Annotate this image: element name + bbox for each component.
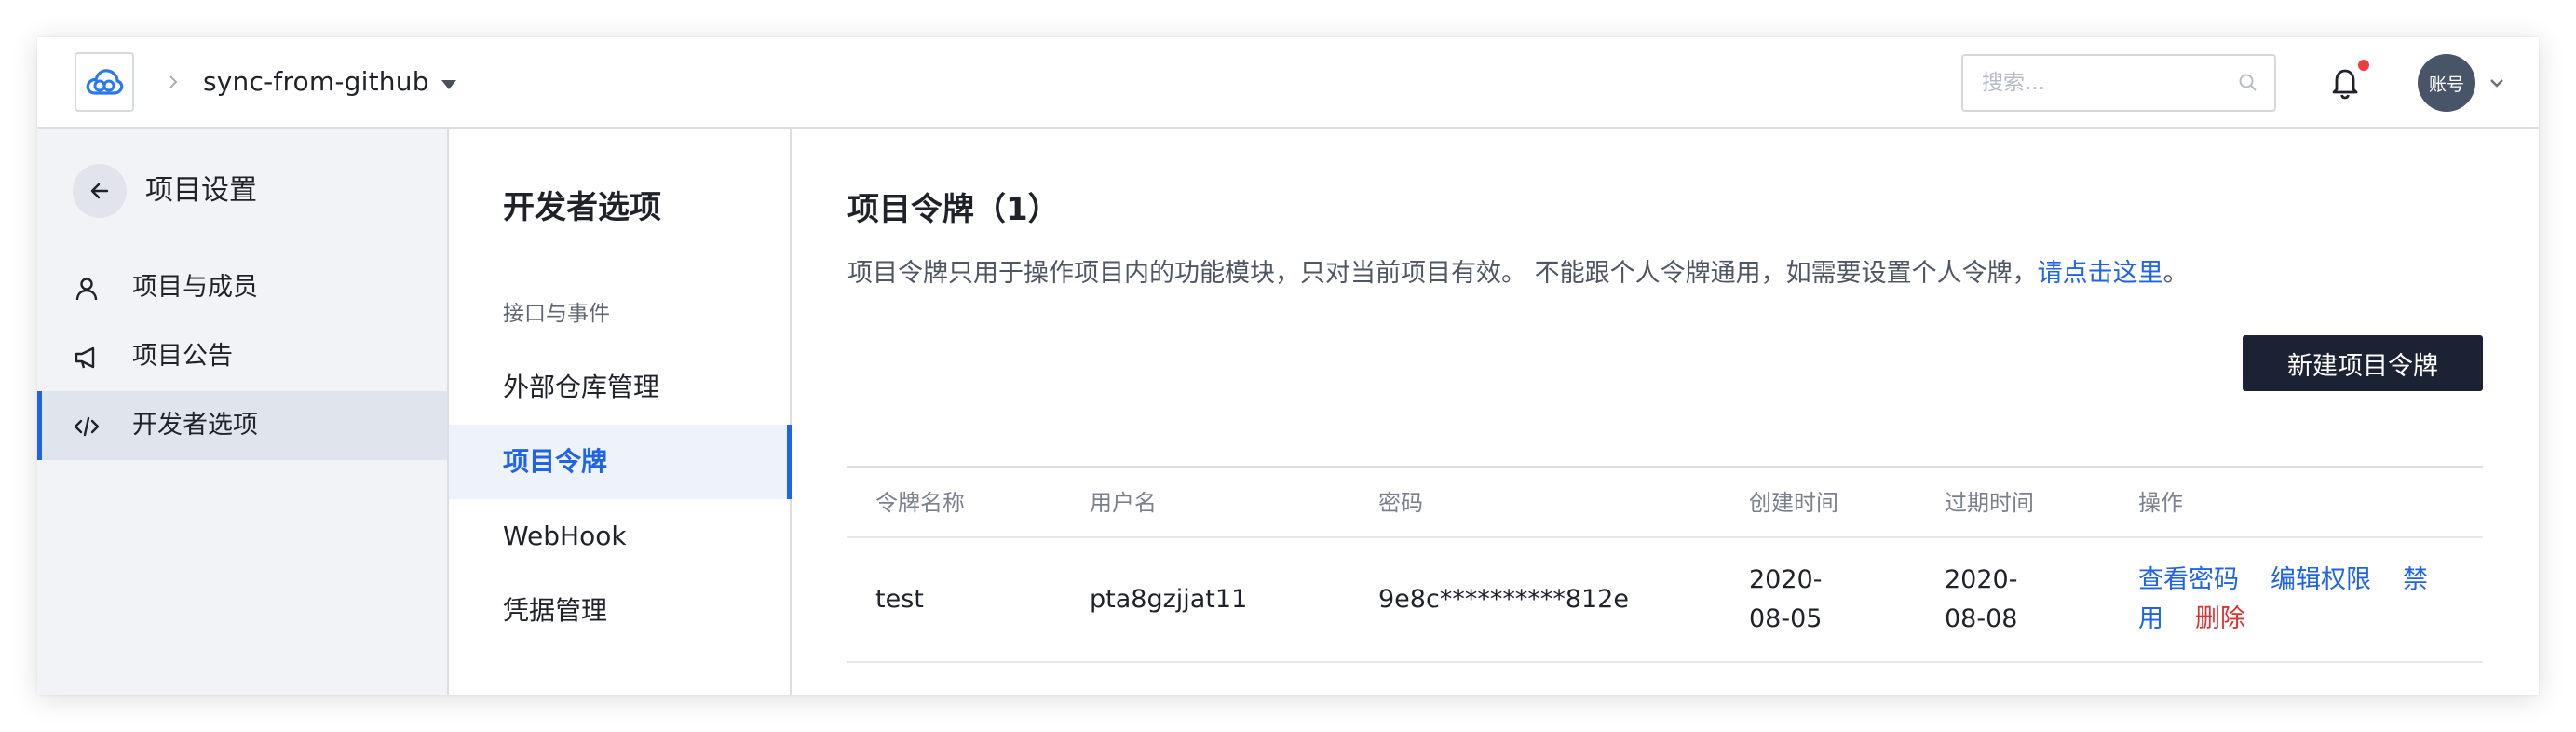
submenu-item-webhook[interactable]: WebHook — [449, 499, 790, 574]
notification-dot — [2356, 58, 2371, 73]
sidebar-item-label: 项目与成员 — [132, 273, 258, 302]
column-header: 操作 — [2138, 490, 2183, 516]
submenu-item-project-token[interactable]: 项目令牌 — [449, 425, 792, 499]
edit-permission-link[interactable]: 编辑权限 — [2271, 565, 2371, 594]
submenu-item-credentials[interactable]: 凭据管理 — [449, 574, 790, 648]
delete-link[interactable]: 删除 — [2195, 604, 2245, 633]
row-actions: 查看密码 编辑权限 禁用 删除 — [2138, 561, 2474, 639]
column-header: 密码 — [1378, 490, 1423, 516]
submenu-item-external-repo[interactable]: 外部仓库管理 — [449, 350, 790, 425]
megaphone-icon — [73, 344, 101, 372]
code-icon — [73, 413, 101, 441]
table-header: 令牌名称 用户名 密码 创建时间 过期时间 操作 — [847, 466, 2483, 538]
token-password: 9e8c**********812e — [1378, 585, 1629, 614]
search-icon[interactable] — [2237, 72, 2259, 94]
submenu-title: 开发者选项 — [503, 189, 661, 226]
main-content: 项目令牌（1） 项目令牌只用于操作项目内的功能模块，只对当前项目有效。 不能跟个… — [792, 129, 2539, 695]
arrow-left-icon — [90, 183, 109, 199]
view-password-link[interactable]: 查看密码 — [2138, 565, 2239, 594]
token-username: pta8gzjjat11 — [1090, 585, 1248, 614]
developer-submenu: 开发者选项 接口与事件 外部仓库管理 项目令牌 WebHook 凭据管理 — [449, 129, 792, 695]
sidebar-item-developer[interactable]: 开发者选项 — [37, 391, 447, 460]
sidebar-title: 项目设置 — [145, 174, 257, 207]
avatar[interactable]: 账号 — [2418, 54, 2475, 112]
search-box[interactable] — [1961, 54, 2276, 112]
token-name: test — [875, 585, 924, 614]
token-created-time: 2020-08-05 — [1749, 565, 1823, 633]
project-name[interactable]: sync-from-github — [203, 63, 429, 101]
sidebar-item-members[interactable]: 项目与成员 — [37, 253, 447, 322]
caret-down-icon[interactable] — [436, 71, 462, 97]
chevron-down-icon[interactable] — [2485, 71, 2509, 95]
sidebar-item-label: 项目公告 — [132, 342, 233, 371]
top-bar: sync-from-github 账号 — [37, 37, 2539, 129]
sidebar-item-label: 开发者选项 — [132, 411, 258, 440]
back-button[interactable] — [73, 164, 127, 218]
page-title: 项目令牌（1） — [847, 191, 1060, 228]
column-header: 创建时间 — [1749, 490, 1838, 516]
chevron-right-icon — [156, 65, 190, 99]
table-row: test pta8gzjjat11 9e8c**********812e 202… — [847, 538, 2483, 663]
page-description: 项目令牌只用于操作项目内的功能模块，只对当前项目有效。 不能跟个人令牌通用，如需… — [847, 259, 2189, 288]
column-header: 过期时间 — [1945, 490, 2034, 516]
personal-token-link[interactable]: 请点击这里 — [2038, 259, 2163, 288]
column-header: 令牌名称 — [875, 490, 965, 516]
sidebar: 项目设置 项目与成员 项目公告 开发者选项 — [37, 129, 449, 695]
search-input[interactable] — [1963, 56, 2205, 110]
new-project-token-button[interactable]: 新建项目令牌 — [2243, 335, 2483, 391]
cloud-logo-icon[interactable] — [75, 52, 134, 112]
submenu-group-label: 接口与事件 — [503, 302, 610, 326]
token-expire-time: 2020-08-08 — [1945, 565, 2018, 633]
user-icon — [73, 275, 101, 303]
column-header: 用户名 — [1090, 490, 1157, 516]
app-window: sync-from-github 账号 项目设置 — [37, 37, 2539, 695]
sidebar-item-announcement[interactable]: 项目公告 — [37, 322, 447, 391]
